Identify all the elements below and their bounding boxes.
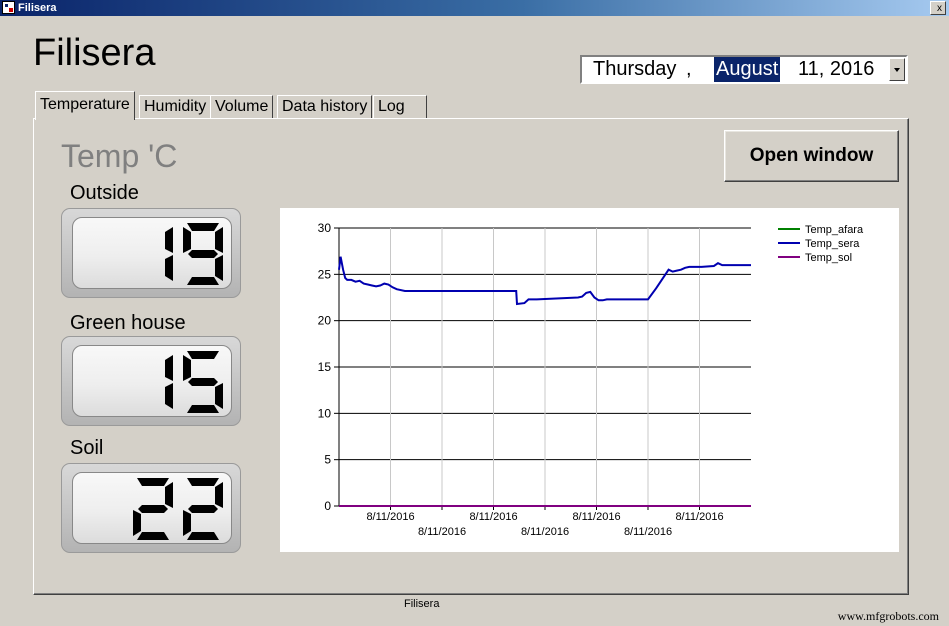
greenhouse-label: Green house [70,312,186,334]
lcd-segment [137,478,169,486]
tab-log[interactable]: Log [373,95,427,119]
tab-volume[interactable]: Volume [210,95,274,119]
lcd-segment [183,510,191,536]
lcd-segment [187,478,219,486]
soil-display [61,463,241,553]
lcd-digit [183,351,223,413]
lcd-segment [215,227,223,253]
legend-label: Temp_sera [805,238,860,250]
lcd-segment [187,351,219,359]
soil-label: Soil [70,437,104,459]
lcd-segment [165,355,173,381]
soil-digits [133,478,223,540]
x-tick-label: 8/11/2016 [418,526,466,538]
lcd-segment [165,383,173,409]
outside-display [61,208,241,298]
lcd-segment [188,378,218,386]
lcd-segment [138,505,168,513]
window-title: Filisera [18,2,57,14]
tab-humidity[interactable]: Humidity [139,95,212,119]
x-tick-label: 8/11/2016 [521,526,569,538]
lcd-digit [183,478,223,540]
lcd-segment [188,250,218,258]
tab-data-history[interactable]: Data history [277,95,373,119]
y-tick-label: 20 [318,314,332,328]
lcd-segment [215,383,223,409]
y-tick-label: 5 [324,453,331,467]
lcd-segment [165,255,173,281]
legend-label: Temp_sol [805,252,852,264]
greenhouse-digits [165,351,223,413]
lcd-segment [183,227,191,253]
x-tick-label: 8/11/2016 [675,511,723,523]
y-tick-label: 25 [318,267,332,281]
lcd-segment [215,255,223,281]
lcd-digit [165,355,173,409]
watermark: www.mfgrobots.com [837,609,939,623]
lcd-segment [165,482,173,508]
lcd-segment [165,227,173,253]
greenhouse-display [61,336,241,426]
y-tick-label: 15 [318,360,332,374]
temperature-chart: 0 5 10 15 20 25 30 8/11/2016 8/11/2016 8/11/2016 8… [280,208,899,552]
lcd-segment [187,532,219,540]
close-button[interactable]: x [930,1,946,15]
x-tick-label: 8/11/2016 [366,511,414,523]
date-picker[interactable]: Thursday , August 11, 2016 [580,55,908,84]
lcd-segment [187,277,219,285]
lcd-digit [133,478,173,540]
date-month[interactable]: August [714,57,781,82]
lcd-digit [183,223,223,285]
tab-temperature[interactable]: Temperature [35,91,135,120]
window-titlebar: Filisera x [0,0,949,16]
lcd-segment [133,510,141,536]
app-icon [2,1,15,14]
outside-label: Outside [70,182,139,204]
lcd-segment [137,532,169,540]
lcd-segment [187,223,219,231]
outside-digits [165,223,223,285]
x-tick-label: 8/11/2016 [572,511,620,523]
y-tick-label: 30 [318,221,332,235]
date-day[interactable]: Thursday [593,57,676,82]
lcd-digit [165,227,173,281]
x-tick-label: 8/11/2016 [624,526,672,538]
lcd-segment [187,405,219,413]
lcd-segment [188,505,218,513]
date-dropdown-button[interactable] [889,58,905,81]
x-tick-label: 8/11/2016 [469,511,517,523]
panel-title: Temp 'C [61,138,178,174]
status-text: Filisera [404,598,440,610]
legend-label: Temp_afara [805,224,864,236]
page-title: Filisera [33,32,156,74]
date-day-year[interactable]: 11, 2016 [798,57,874,82]
date-separator: , [686,58,692,80]
chart-svg: 0510152025308/11/20168/11/20168/11/20168… [318,221,864,538]
lcd-segment [183,355,191,381]
y-tick-label: 0 [324,499,331,513]
lcd-segment [215,482,223,508]
y-tick-label: 10 [318,406,332,420]
open-window-button[interactable]: Open window [724,130,899,182]
